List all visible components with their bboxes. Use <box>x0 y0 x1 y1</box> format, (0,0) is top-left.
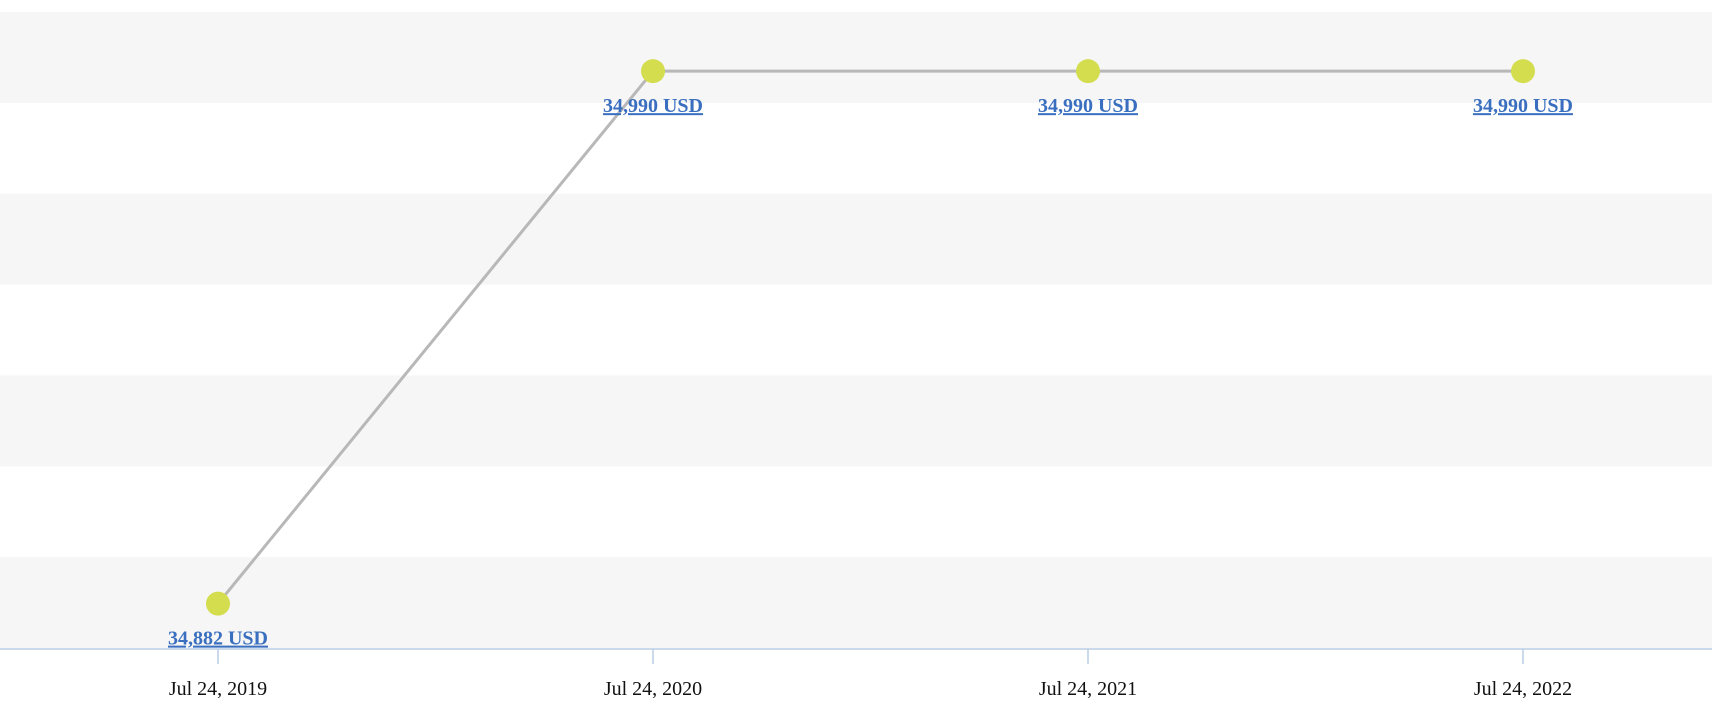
grid-band <box>0 12 1712 103</box>
data-label[interactable]: 34,882 USD <box>168 628 268 650</box>
data-point[interactable] <box>641 59 665 84</box>
x-tick-label: Jul 24, 2020 <box>604 678 702 700</box>
data-label[interactable]: 34,990 USD <box>1473 95 1573 117</box>
x-tick-label: Jul 24, 2019 <box>169 678 267 700</box>
x-axis: Jul 24, 2019 Jul 24, 2020 Jul 24, 2021 Jul … <box>0 648 1712 700</box>
grid-bands <box>0 12 1712 648</box>
data-point[interactable] <box>1076 59 1100 84</box>
series-line <box>216 69 1523 605</box>
data-label[interactable]: 34,990 USD <box>603 95 703 117</box>
data-point[interactable] <box>206 591 230 616</box>
data-point[interactable] <box>1511 59 1535 84</box>
x-tick-label: Jul 24, 2021 <box>1039 678 1137 700</box>
data-label[interactable]: 34,990 USD <box>1038 95 1138 117</box>
price-history-chart: Jul 24, 2019 Jul 24, 2020 Jul 24, 2021 Jul … <box>0 0 1712 720</box>
chart-svg: Jul 24, 2019 Jul 24, 2020 Jul 24, 2021 Jul … <box>0 12 1712 700</box>
x-tick-label: Jul 24, 2022 <box>1474 678 1572 700</box>
grid-band <box>0 193 1712 285</box>
series-layer <box>206 59 1535 616</box>
grid-band <box>0 375 1712 467</box>
